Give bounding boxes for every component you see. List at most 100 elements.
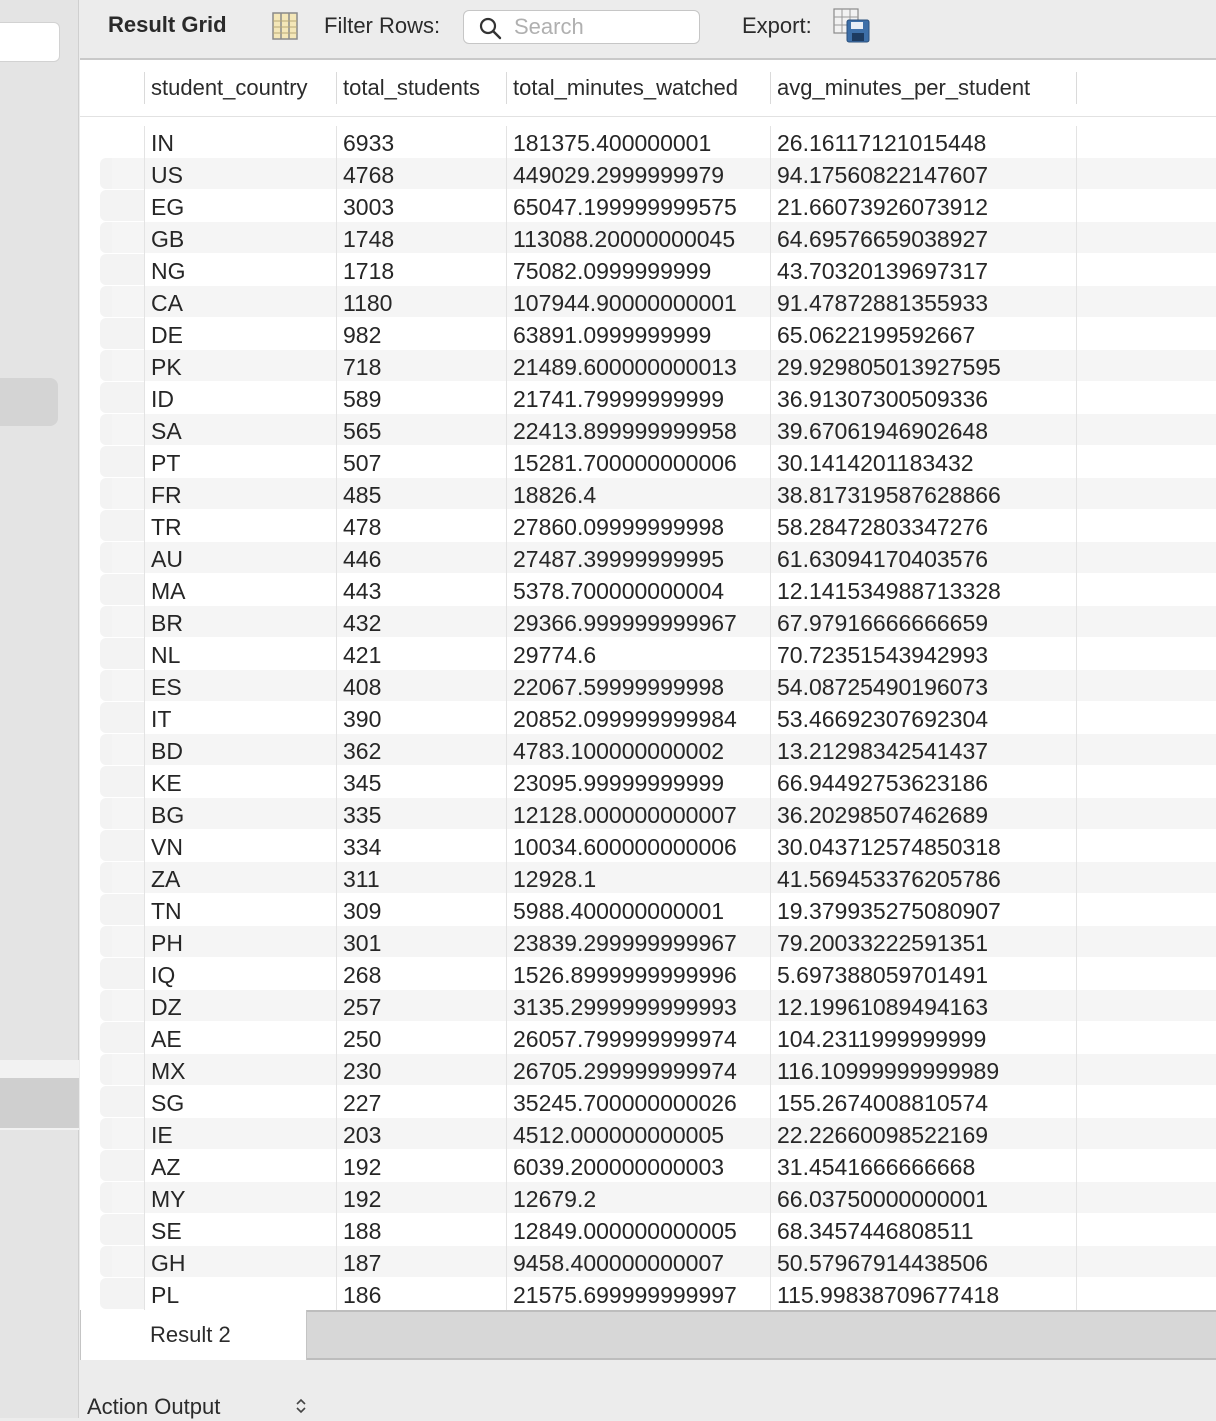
cell-student-country[interactable]: PT	[144, 446, 336, 478]
table-row[interactable]: IN 6933 181375.400000001 26.16117121015448	[80, 126, 1216, 158]
table-row[interactable]: TR 478 27860.09999999998 58.28472803347276	[80, 510, 1216, 542]
cell-student-country[interactable]: TN	[144, 894, 336, 926]
column-grid-icon[interactable]	[272, 12, 298, 40]
cell-total-students[interactable]: 432	[336, 606, 506, 638]
cell-avg-minutes-per-student[interactable]: 70.72351543942993	[770, 638, 1077, 670]
cell-student-country[interactable]: DE	[144, 318, 336, 350]
cell-total-minutes-watched[interactable]: 4512.000000000005	[506, 1118, 770, 1150]
cell-student-country[interactable]: SE	[144, 1214, 336, 1246]
cell-avg-minutes-per-student[interactable]: 21.66073926073912	[770, 190, 1077, 222]
cell-total-students[interactable]: 6933	[336, 126, 506, 158]
cell-total-minutes-watched[interactable]: 21741.79999999999	[506, 382, 770, 414]
cell-total-students[interactable]: 982	[336, 318, 506, 350]
cell-total-students[interactable]: 268	[336, 958, 506, 990]
cell-avg-minutes-per-student[interactable]: 50.57967914438506	[770, 1246, 1077, 1278]
cell-total-minutes-watched[interactable]: 12849.000000000005	[506, 1214, 770, 1246]
cell-avg-minutes-per-student[interactable]: 41.569453376205786	[770, 862, 1077, 894]
table-row[interactable]: VN 334 10034.600000000006 30.04371257485031…	[80, 830, 1216, 862]
cell-total-minutes-watched[interactable]: 12679.2	[506, 1182, 770, 1214]
cell-student-country[interactable]: NG	[144, 254, 336, 286]
cell-student-country[interactable]: IQ	[144, 958, 336, 990]
cell-total-students[interactable]: 478	[336, 510, 506, 542]
table-row[interactable]: BR 432 29366.999999999967 67.97916666666659	[80, 606, 1216, 638]
cell-total-minutes-watched[interactable]: 75082.0999999999	[506, 254, 770, 286]
table-row[interactable]: PK 718 21489.600000000013 29.92980501392759…	[80, 350, 1216, 382]
tab-result-2[interactable]: Result 2	[80, 1310, 307, 1360]
table-row[interactable]: FR 485 18826.4 38.817319587628866	[80, 478, 1216, 510]
table-row[interactable]: US 4768 449029.2999999979 94.17560822147607	[80, 158, 1216, 190]
cell-total-minutes-watched[interactable]: 21575.699999999997	[506, 1278, 770, 1310]
cell-student-country[interactable]: VN	[144, 830, 336, 862]
cell-avg-minutes-per-student[interactable]: 104.2311999999999	[770, 1022, 1077, 1054]
cell-total-students[interactable]: 186	[336, 1278, 506, 1310]
cell-total-minutes-watched[interactable]: 107944.90000000001	[506, 286, 770, 318]
cell-avg-minutes-per-student[interactable]: 65.0622199592667	[770, 318, 1077, 350]
cell-total-students[interactable]: 565	[336, 414, 506, 446]
cell-total-students[interactable]: 1748	[336, 222, 506, 254]
cell-total-minutes-watched[interactable]: 449029.2999999979	[506, 158, 770, 190]
cell-student-country[interactable]: PH	[144, 926, 336, 958]
table-row[interactable]: MA 443 5378.700000000004 12.141534988713328	[80, 574, 1216, 606]
table-row[interactable]: TN 309 5988.400000000001 19.379935275080907	[80, 894, 1216, 926]
table-row[interactable]: ZA 311 12928.1 41.569453376205786	[80, 862, 1216, 894]
cell-total-students[interactable]: 227	[336, 1086, 506, 1118]
table-row[interactable]: PT 507 15281.700000000006 30.1414201183432	[80, 446, 1216, 478]
cell-avg-minutes-per-student[interactable]: 30.1414201183432	[770, 446, 1077, 478]
left-panel-selected-item[interactable]	[0, 378, 58, 426]
cell-avg-minutes-per-student[interactable]: 61.63094170403576	[770, 542, 1077, 574]
table-row[interactable]: GB 1748 113088.20000000045 64.6957665903892…	[80, 222, 1216, 254]
cell-total-minutes-watched[interactable]: 35245.700000000026	[506, 1086, 770, 1118]
cell-avg-minutes-per-student[interactable]: 26.16117121015448	[770, 126, 1077, 158]
cell-total-minutes-watched[interactable]: 22067.59999999998	[506, 670, 770, 702]
cell-avg-minutes-per-student[interactable]: 31.4541666666668	[770, 1150, 1077, 1182]
cell-total-minutes-watched[interactable]: 29774.6	[506, 638, 770, 670]
cell-student-country[interactable]: BR	[144, 606, 336, 638]
cell-student-country[interactable]: AZ	[144, 1150, 336, 1182]
cell-student-country[interactable]: AE	[144, 1022, 336, 1054]
export-icon[interactable]	[833, 8, 871, 44]
cell-total-students[interactable]: 301	[336, 926, 506, 958]
cell-student-country[interactable]: MA	[144, 574, 336, 606]
cell-avg-minutes-per-student[interactable]: 5.697388059701491	[770, 958, 1077, 990]
table-row[interactable]: BG 335 12128.000000000007 36.20298507462689	[80, 798, 1216, 830]
cell-student-country[interactable]: EG	[144, 190, 336, 222]
table-row[interactable]: DE 982 63891.0999999999 65.0622199592667	[80, 318, 1216, 350]
cell-student-country[interactable]: SG	[144, 1086, 336, 1118]
cell-total-students[interactable]: 230	[336, 1054, 506, 1086]
table-row[interactable]: PH 301 23839.299999999967 79.20033222591351	[80, 926, 1216, 958]
cell-avg-minutes-per-student[interactable]: 66.03750000000001	[770, 1182, 1077, 1214]
cell-student-country[interactable]: BG	[144, 798, 336, 830]
search-input[interactable]	[514, 13, 689, 41]
cell-avg-minutes-per-student[interactable]: 53.46692307692304	[770, 702, 1077, 734]
cell-total-students[interactable]: 192	[336, 1182, 506, 1214]
cell-total-minutes-watched[interactable]: 9458.400000000007	[506, 1246, 770, 1278]
cell-total-students[interactable]: 311	[336, 862, 506, 894]
cell-total-minutes-watched[interactable]: 23839.299999999967	[506, 926, 770, 958]
cell-total-students[interactable]: 446	[336, 542, 506, 574]
cell-student-country[interactable]: CA	[144, 286, 336, 318]
cell-avg-minutes-per-student[interactable]: 22.22660098522169	[770, 1118, 1077, 1150]
cell-total-students[interactable]: 589	[336, 382, 506, 414]
cell-student-country[interactable]: PL	[144, 1278, 336, 1310]
table-row[interactable]: BD 362 4783.100000000002 13.21298342541437	[80, 734, 1216, 766]
cell-avg-minutes-per-student[interactable]: 19.379935275080907	[770, 894, 1077, 926]
cell-avg-minutes-per-student[interactable]: 155.2674008810574	[770, 1086, 1077, 1118]
table-row[interactable]: SE 188 12849.000000000005 68.3457446808511	[80, 1214, 1216, 1246]
cell-avg-minutes-per-student[interactable]: 54.08725490196073	[770, 670, 1077, 702]
cell-student-country[interactable]: MY	[144, 1182, 336, 1214]
cell-total-minutes-watched[interactable]: 27860.09999999998	[506, 510, 770, 542]
table-row[interactable]: NG 1718 75082.0999999999 43.70320139697317	[80, 254, 1216, 286]
column-header-avg-minutes-per-student[interactable]: avg_minutes_per_student	[770, 72, 1077, 104]
cell-total-students[interactable]: 335	[336, 798, 506, 830]
table-row[interactable]: SG 227 35245.700000000026 155.2674008810574	[80, 1086, 1216, 1118]
table-row[interactable]: IQ 268 1526.8999999999996 5.697388059701491	[80, 958, 1216, 990]
cell-total-minutes-watched[interactable]: 12128.000000000007	[506, 798, 770, 830]
cell-avg-minutes-per-student[interactable]: 39.67061946902648	[770, 414, 1077, 446]
cell-avg-minutes-per-student[interactable]: 94.17560822147607	[770, 158, 1077, 190]
cell-total-minutes-watched[interactable]: 27487.39999999995	[506, 542, 770, 574]
cell-total-minutes-watched[interactable]: 18826.4	[506, 478, 770, 510]
cell-total-students[interactable]: 4768	[336, 158, 506, 190]
cell-total-students[interactable]: 443	[336, 574, 506, 606]
cell-total-minutes-watched[interactable]: 181375.400000001	[506, 126, 770, 158]
table-row[interactable]: MY 192 12679.2 66.03750000000001	[80, 1182, 1216, 1214]
